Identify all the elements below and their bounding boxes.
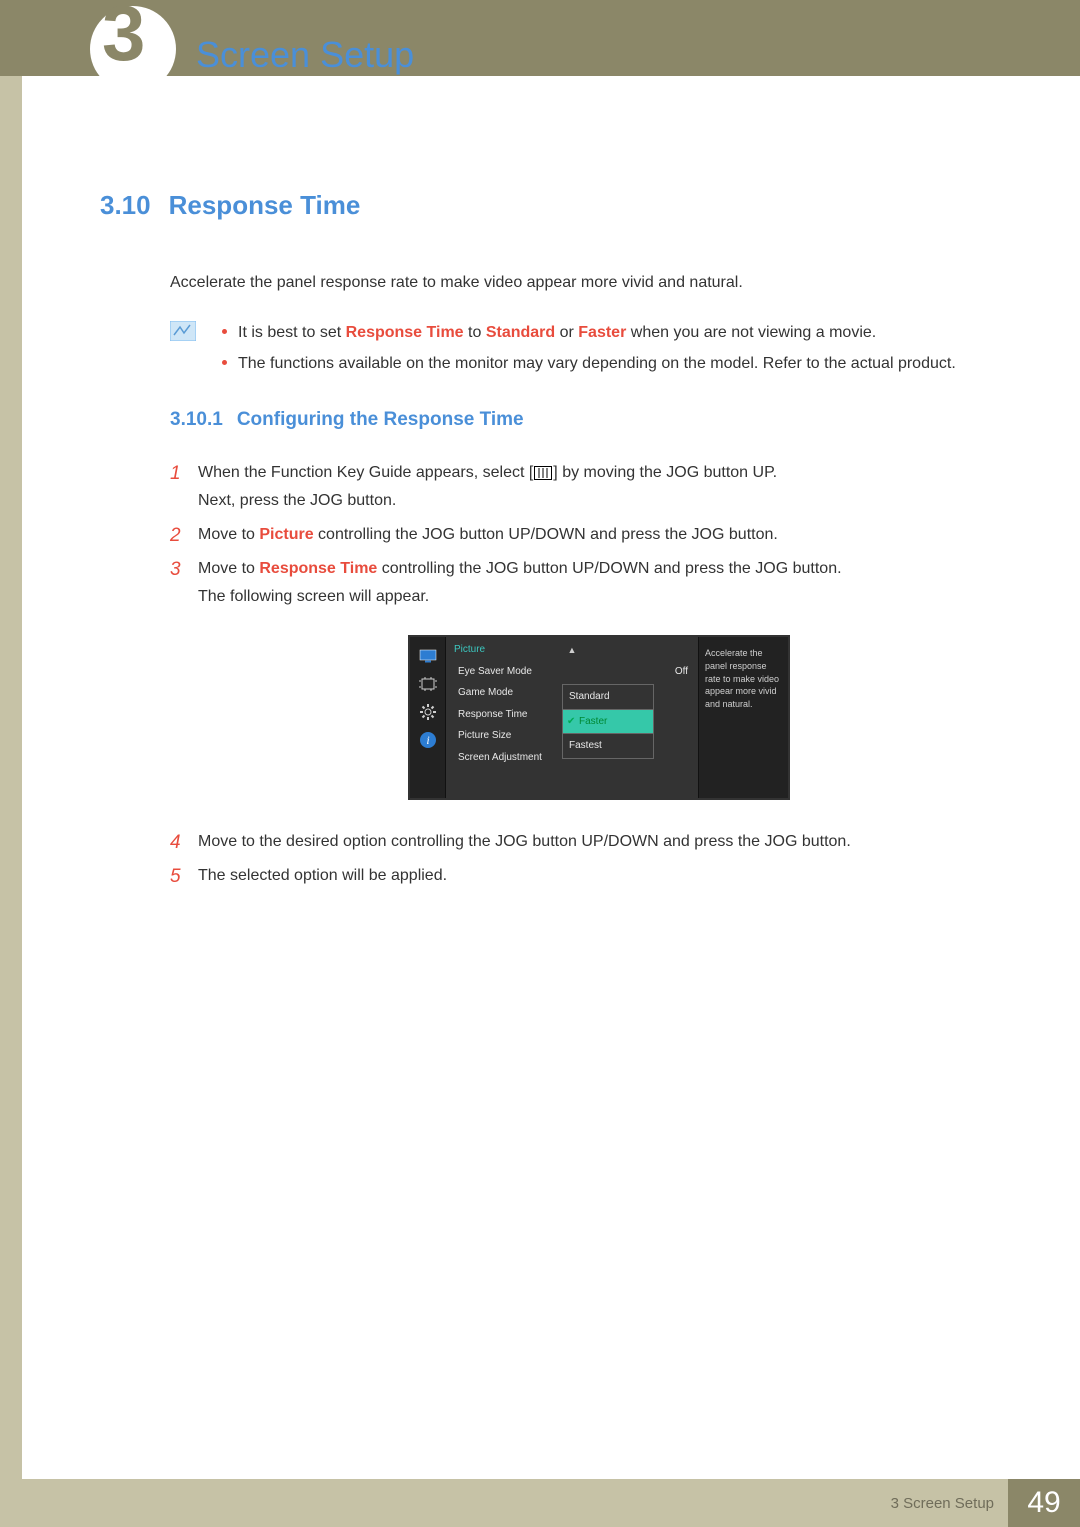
section-number: 3.10 [100, 190, 151, 220]
row-label: Screen Adjustment [458, 749, 542, 767]
note-icon [170, 321, 196, 341]
monitor-icon [419, 649, 437, 663]
subsection-title: Configuring the Response Time [237, 409, 524, 430]
text: Move to [198, 526, 259, 543]
page-title: Screen Setup [196, 34, 414, 76]
step-3: Move to Response Time controlling the JO… [170, 555, 1000, 800]
content: 3.10 Response Time Accelerate the panel r… [100, 190, 1000, 896]
text: controlling the JOG button UP/DOWN and p… [377, 560, 841, 577]
osd-option-faster-selected: Faster [562, 710, 654, 735]
emphasis-response-time: Response Time [346, 324, 464, 341]
osd-screenshot: i Picture ▲ Eye Saver Mode Off Game Mode [198, 635, 1000, 800]
text: Move to [198, 560, 259, 577]
osd-option-standard: Standard [562, 684, 654, 710]
note-list: It is best to set Response Time to Stand… [216, 319, 1000, 377]
step-1: When the Function Key Guide appears, sel… [170, 459, 1000, 515]
text: It is best to set [238, 324, 346, 341]
subsection-number: 3.10.1 [170, 409, 223, 430]
row-label: Response Time [458, 706, 527, 724]
note-item: It is best to set Response Time to Stand… [216, 319, 1000, 346]
footer: 3 Screen Setup 49 [0, 1479, 1080, 1527]
chapter-badge: 3 [90, 6, 176, 92]
up-arrow-icon: ▲ [568, 643, 577, 659]
footer-chapter-text: 3 Screen Setup [891, 1495, 994, 1512]
gear-icon [419, 705, 437, 719]
row-label: Game Mode [458, 684, 513, 702]
chapter-number: 3 [102, 0, 145, 79]
section-intro: Accelerate the panel response rate to ma… [170, 271, 1000, 295]
text: controlling the JOG button UP/DOWN and p… [314, 526, 778, 543]
footer-chapter-ref: 3 Screen Setup [90, 1479, 1008, 1527]
osd-row-eye-saver: Eye Saver Mode Off [454, 661, 692, 683]
step-4: Move to the desired option controlling t… [170, 828, 1000, 856]
footer-page-number: 49 [1008, 1479, 1080, 1527]
steps-list: When the Function Key Guide appears, sel… [170, 459, 1000, 890]
osd-panel: i Picture ▲ Eye Saver Mode Off Game Mode [408, 635, 790, 800]
osd-option-fastest: Fastest [562, 734, 654, 759]
text: when you are not viewing a movie. [626, 324, 876, 341]
subsection-heading: 3.10.1 Configuring the Response Time [170, 409, 1000, 431]
osd-options: Standard Faster Fastest [562, 684, 654, 759]
settings-frame-icon [419, 677, 437, 691]
svg-text:i: i [426, 733, 429, 747]
text: The following screen will appear. [198, 588, 429, 605]
section-heading: 3.10 Response Time [100, 190, 1000, 221]
text: When the Function Key Guide appears, sel… [198, 464, 533, 481]
osd-main: Picture ▲ Eye Saver Mode Off Game Mode R… [446, 637, 698, 798]
osd-sidebar: i [410, 637, 446, 798]
section-title: Response Time [169, 190, 361, 220]
row-label: Picture Size [458, 727, 511, 745]
menu-icon [534, 466, 552, 480]
emphasis-response-time: Response Time [259, 560, 377, 577]
note-item: The functions available on the monitor m… [216, 350, 1000, 377]
row-value: Off [675, 663, 688, 681]
emphasis-standard: Standard [486, 324, 555, 341]
side-tab [0, 76, 22, 1479]
text: Next, press the JOG button. [198, 492, 396, 509]
text: to [464, 324, 486, 341]
info-icon: i [419, 733, 437, 747]
footer-tab [0, 1479, 90, 1527]
step-2: Move to Picture controlling the JOG butt… [170, 521, 1000, 549]
row-label: Eye Saver Mode [458, 663, 532, 681]
text: ] by moving the JOG button UP. [553, 464, 777, 481]
emphasis-picture: Picture [259, 526, 313, 543]
osd-help-text: Accelerate the panel response rate to ma… [698, 637, 788, 798]
text: or [555, 324, 578, 341]
note-block: It is best to set Response Time to Stand… [170, 319, 1000, 377]
step-5: The selected option will be applied. [170, 862, 1000, 890]
emphasis-faster: Faster [578, 324, 626, 341]
